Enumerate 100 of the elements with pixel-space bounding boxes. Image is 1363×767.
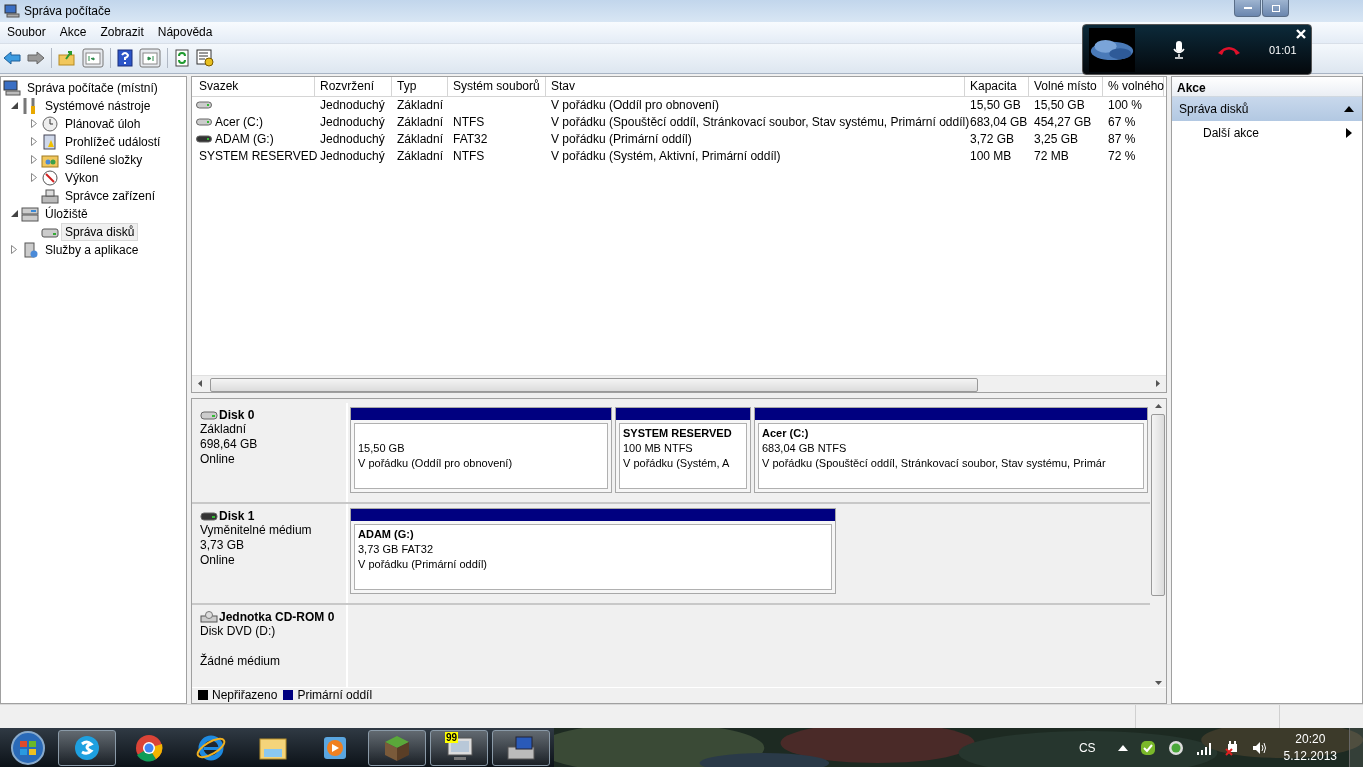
table-cell: Jednoduchý — [320, 132, 385, 147]
table-cell: Jednoduchý — [320, 149, 385, 164]
scroll-down-icon[interactable] — [1154, 680, 1162, 685]
device-icon — [41, 187, 59, 204]
disk-detail: Základní — [200, 421, 248, 437]
services-icon — [21, 241, 39, 258]
tree-item[interactable]: Správce zařízení — [61, 186, 160, 205]
table-cell: Základní — [397, 132, 444, 147]
actions-section[interactable]: Správa disků — [1172, 96, 1362, 121]
clock-date[interactable]: 5.12.2013 — [1283, 747, 1337, 765]
table-cell: NTFS — [453, 115, 485, 130]
partition-name: SYSTEM RESERVED — [623, 425, 732, 441]
caret-icon[interactable] — [1117, 744, 1128, 751]
computer-icon — [3, 79, 21, 96]
tree-item[interactable]: Plánovač úloh — [61, 114, 145, 133]
table-cell: NTFS — [453, 149, 485, 164]
column-header[interactable]: Typ — [392, 76, 448, 96]
signal-icon[interactable] — [1195, 740, 1212, 755]
back-arrow-icon[interactable] — [3, 50, 21, 67]
power-icon[interactable] — [1223, 739, 1240, 756]
disk-detail: Online — [200, 552, 236, 568]
gauge-icon — [41, 169, 59, 186]
call-timer: 01:01 — [1269, 43, 1297, 56]
table-cell: ADAM (G:) — [215, 132, 274, 147]
forward-arrow-icon[interactable] — [27, 50, 45, 67]
partition-block[interactable]: 15,50 GB V pořádku (Oddíl pro obnovení) — [350, 406, 612, 493]
column-header[interactable]: Svazek — [194, 76, 315, 96]
menu-item[interactable]: Akce — [52, 25, 94, 40]
menu-item[interactable]: Nápověda — [150, 25, 220, 40]
expander-icon[interactable] — [10, 102, 18, 110]
column-header[interactable]: Stav — [546, 76, 965, 96]
partition-name: Acer (C:) — [762, 425, 809, 441]
menu-item[interactable]: Zobrazit — [93, 25, 151, 40]
taskbar-button[interactable] — [368, 729, 426, 766]
tree-item[interactable]: Správa disků — [61, 222, 139, 241]
taskbar-button[interactable] — [58, 729, 116, 766]
column-header[interactable]: Systém souborů — [448, 76, 546, 96]
disk-detail: Žádné médium — [200, 653, 282, 669]
tree-item[interactable]: Úložiště — [41, 204, 92, 223]
partition-block[interactable]: ADAM (G:) 3,73 GB FAT32 V pořádku (Primární oddíl) — [350, 507, 836, 594]
refresh-icon[interactable] — [174, 49, 190, 68]
taskbar-button[interactable]: 99 — [430, 729, 488, 766]
tree-item[interactable]: Služby a aplikace — [41, 240, 143, 259]
table-cell: 72 % — [1108, 149, 1136, 164]
partition-size: 3,73 GB FAT32 — [358, 541, 433, 557]
table-cell: FAT32 — [453, 132, 488, 147]
language-indicator[interactable]: CS — [1078, 740, 1096, 755]
menu-item[interactable]: Soubor — [0, 25, 53, 40]
table-cell: Jednoduchý — [320, 115, 385, 130]
pane-icon[interactable] — [139, 48, 161, 69]
disk-detail: Online — [200, 451, 236, 467]
column-header[interactable]: Volné místo — [1029, 76, 1103, 96]
column-header[interactable]: Kapacita — [965, 76, 1029, 96]
scroll-up-icon[interactable] — [1154, 403, 1162, 408]
clock-icon — [41, 115, 59, 132]
pane-icon[interactable] — [82, 48, 104, 69]
table-cell: V pořádku (Primární oddíl) — [551, 132, 692, 147]
properties-icon[interactable] — [196, 49, 214, 68]
scroll-left-icon[interactable] — [198, 380, 202, 388]
tree-item[interactable]: Správa počítače (místní) — [23, 78, 162, 97]
legend-label: Primární oddíl — [297, 688, 373, 703]
table-cell: 87 % — [1108, 132, 1136, 147]
tree-item[interactable]: Prohlížeč událostí — [61, 132, 165, 151]
folder-up-icon[interactable] — [58, 50, 76, 67]
action-link[interactable]: Další akce — [1203, 125, 1260, 140]
start-button[interactable] — [8, 728, 48, 767]
table-cell: V pořádku (Spouštěcí oddíl, Stránkovací soubor, Stav systému, Primární oddíl) — [551, 115, 970, 130]
minimize-button[interactable] — [1234, 0, 1261, 17]
disk-detail: 698,64 GB — [200, 436, 259, 452]
taskbar-button[interactable] — [492, 729, 550, 766]
column-header[interactable]: % volného — [1103, 76, 1164, 96]
tree-item[interactable]: Výkon — [61, 168, 103, 187]
partition-block[interactable]: SYSTEM RESERVED 100 MB NTFS V pořádku (Systém, A — [615, 406, 751, 493]
table-cell: 100 MB — [970, 149, 1012, 164]
close-icon[interactable] — [1296, 29, 1306, 39]
horizontal-scrollbar[interactable] — [192, 374, 1166, 392]
computer-icon — [4, 3, 20, 18]
partition-block[interactable]: Acer (C:) 683,04 GB NTFS V pořádku (Spouštěcí oddíl, Stránkovací soubor, Stav systému, Primár — [754, 406, 1148, 493]
table-cell: 15,50 GB — [1034, 98, 1085, 113]
help-icon[interactable] — [117, 49, 133, 68]
scroll-right-icon[interactable] — [1156, 380, 1160, 388]
tree-item[interactable]: Sdílené složky — [61, 150, 147, 169]
clock-time[interactable]: 20:20 — [1295, 730, 1326, 748]
disk-detail: 3,73 GB — [200, 537, 246, 553]
table-cell: V pořádku (Systém, Aktivní, Primární oddíl) — [551, 149, 781, 164]
collapse-icon[interactable] — [1344, 105, 1354, 112]
minimize-icon — [1243, 7, 1252, 9]
table-cell: 67 % — [1108, 115, 1136, 130]
status-icon[interactable] — [1167, 739, 1184, 756]
table-cell: 100 % — [1108, 98, 1143, 113]
table-cell: V pořádku (Oddíl pro obnovení) — [551, 98, 720, 113]
microphone-icon[interactable] — [1173, 40, 1185, 59]
tree-item[interactable]: Systémové nástroje — [41, 96, 155, 115]
table-cell: 3,25 GB — [1034, 132, 1079, 147]
table-cell: 15,50 GB — [970, 98, 1021, 113]
maximize-button[interactable] — [1262, 0, 1289, 17]
partition-size: 100 MB NTFS — [623, 440, 693, 456]
volume-icon[interactable] — [1251, 740, 1268, 755]
column-header[interactable]: Rozvržení — [315, 76, 392, 96]
expander-icon[interactable] — [10, 210, 18, 218]
